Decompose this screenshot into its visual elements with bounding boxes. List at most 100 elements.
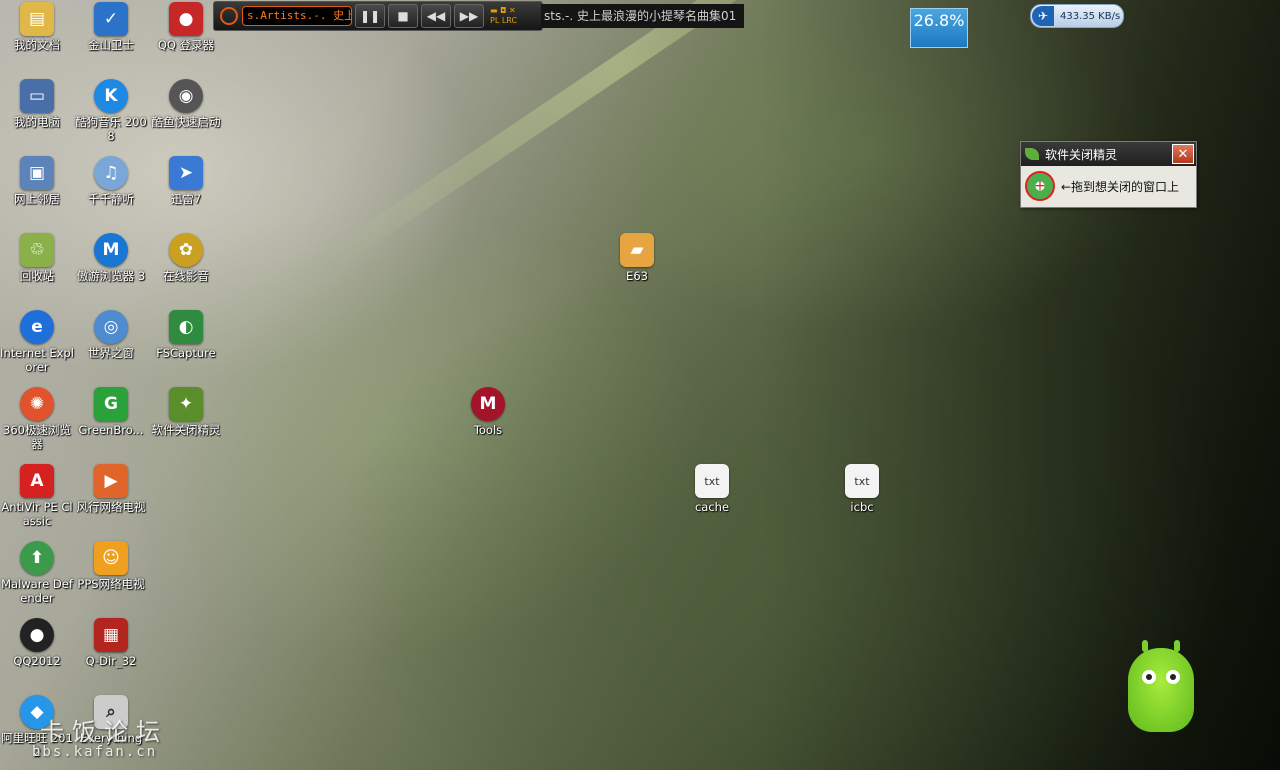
forum-watermark-url: bbs.kafan.cn [32, 744, 158, 760]
desktop-icon-fscapture[interactable]: ◐ FSCapture [149, 310, 223, 360]
close-button[interactable]: ✕ [1172, 144, 1194, 164]
globe-icon: ◎ [94, 310, 128, 344]
icon-label: Q-Dir_32 [85, 654, 137, 668]
icon-label: PPS网络电视 [77, 577, 145, 591]
desktop-icon-antivir[interactable]: A AntiVir PE Classic [0, 464, 74, 528]
desktop-icon-software-killer[interactable]: ✦ 软件关闭精灵 [149, 387, 223, 437]
shield-icon: ✓ [94, 2, 128, 36]
desktop-icon-e63-folder[interactable]: ▰ E63 [600, 233, 674, 283]
network-icon: ▣ [20, 156, 54, 190]
icon-label: 软件关闭精灵 [151, 423, 221, 437]
desktop-icon-kugou-music[interactable]: K 酷狗音乐 2008 [74, 79, 148, 143]
window-body: + ←拖到想关闭的窗口上 [1021, 166, 1196, 206]
icon-label: 回收站 [19, 269, 55, 283]
crosshair-drag-target[interactable]: + [1025, 171, 1055, 201]
drag-hint-text: ←拖到想关闭的窗口上 [1061, 179, 1180, 194]
window-titlebar[interactable]: 软件关闭精灵 ✕ [1021, 142, 1196, 166]
desktop-icon-icbc-txt[interactable]: txt icbc [825, 464, 899, 514]
player-logo-icon [220, 7, 238, 25]
wallpaper-shadow [760, 0, 1280, 770]
desktop-icon-maxthon[interactable]: M 傲游浏览器 3 [74, 233, 148, 283]
icon-label: 千千静听 [88, 192, 134, 206]
icon-label: AntiVir PE Classic [1, 500, 73, 528]
stop-button[interactable]: ■ [388, 4, 418, 28]
icon-label: QQ 登录器 [157, 38, 215, 52]
desktop-icon-360-browser[interactable]: ✺ 360极速浏览器 [0, 387, 74, 451]
minimize-icon[interactable]: ▬ [490, 6, 498, 15]
forum-watermark: 卡饭论坛 [40, 718, 168, 746]
desktop-icon-ttplayer[interactable]: ♫ 千千静听 [74, 156, 148, 206]
green-mascot-widget[interactable] [1128, 640, 1194, 732]
desktop-icon-thunder[interactable]: ➤ 迅雷7 [149, 156, 223, 206]
lyrics-toggle[interactable]: LRC [502, 16, 517, 25]
play-icon: ▶ [94, 464, 128, 498]
pause-button[interactable]: ❚❚ [355, 4, 385, 28]
text-file-icon: txt [695, 464, 729, 498]
desktop-icon-cache-txt[interactable]: txt cache [675, 464, 749, 514]
defender-icon: ⬆ [20, 541, 54, 575]
desktop-icon-internet-explorer[interactable]: e Internet Explorer [0, 310, 74, 374]
tools-icon: M [471, 387, 505, 421]
icon-label: 金山卫士 [88, 38, 134, 52]
network-speed-widget[interactable]: ✈ 433.35 KB/s [1030, 4, 1124, 28]
desktop-icon-qq2012[interactable]: ● QQ2012 [0, 618, 74, 668]
mascot-eye [1142, 670, 1156, 684]
mascot-eye [1166, 670, 1180, 684]
desktop-icon-theworld[interactable]: ◎ 世界之窗 [74, 310, 148, 360]
desktop-icon-my-computer[interactable]: ▭ 我的电脑 [0, 79, 74, 129]
song-ticker: sts.-. 史上最浪漫的小提琴名曲集01 [541, 4, 744, 28]
software-killer-window[interactable]: 软件关闭精灵 ✕ + ←拖到想关闭的窗口上 [1020, 141, 1197, 208]
music-player-bar[interactable]: s.Artists.-. 史上 ❚❚ ■ ◀◀ ▶▶ ▬ ◘ ✕ PL LRC [213, 1, 543, 31]
network-speed-value: 433.35 KB/s [1060, 10, 1121, 22]
desktop-icon-greenbrowser[interactable]: G GreenBro... [74, 387, 148, 437]
desktop-icon-kuyu-launcher[interactable]: ◉ 酷鱼快速启动 [149, 79, 223, 129]
desktop-icon-online-video[interactable]: ✿ 在线影音 [149, 233, 223, 283]
desktop-icon-recycle-bin[interactable]: ♲ 回收站 [0, 233, 74, 283]
film-icon: ✿ [169, 233, 203, 267]
previous-button[interactable]: ◀◀ [421, 4, 451, 28]
desktop-icon-malware-defender[interactable]: ⬆ Malware Defender [0, 541, 74, 605]
icon-label: cache [694, 500, 730, 514]
browser-360-icon: ✺ [20, 387, 54, 421]
next-button[interactable]: ▶▶ [454, 4, 484, 28]
desktop-icon-pps[interactable]: ☺ PPS网络电视 [74, 541, 148, 591]
maxthon-icon: M [94, 233, 128, 267]
bird-icon: ➤ [169, 156, 203, 190]
icon-label: 酷鱼快速启动 [151, 115, 221, 129]
icon-label: 世界之窗 [88, 346, 134, 360]
icon-label: 风行网络电视 [76, 500, 146, 514]
desktop-icon-tools[interactable]: M Tools [451, 387, 525, 437]
pps-icon: ☺ [94, 541, 128, 575]
playlist-toggle[interactable]: PL [490, 16, 499, 25]
computer-icon: ▭ [20, 79, 54, 113]
greenbrowser-icon: G [94, 387, 128, 421]
icon-label: 在线影音 [163, 269, 209, 283]
disc-icon: ◉ [169, 79, 203, 113]
cpu-usage-widget[interactable]: 26.8% [910, 8, 968, 48]
icon-label: E63 [626, 269, 648, 283]
player-window-controls[interactable]: ▬ ◘ ✕ PL LRC [490, 6, 517, 26]
desktop-icon-qdir[interactable]: ▦ Q-Dir_32 [74, 618, 148, 668]
mascot-antenna [1174, 640, 1180, 652]
desktop-icon-qq-login[interactable]: ● QQ 登录器 [149, 2, 223, 52]
restore-icon[interactable]: ◘ [500, 6, 506, 15]
capture-icon: ◐ [169, 310, 203, 344]
icon-label: FSCapture [156, 346, 216, 360]
icon-label: 迅雷7 [170, 192, 202, 206]
close-icon[interactable]: ✕ [509, 6, 516, 15]
mascot-antenna [1142, 640, 1148, 652]
desktop-icon-my-documents[interactable]: ▤ 我的文档 [0, 2, 74, 52]
kugou-icon: K [94, 79, 128, 113]
icon-label: icbc [850, 500, 874, 514]
now-playing-title: s.Artists.-. 史上 [242, 6, 352, 26]
icon-label: 酷狗音乐 2008 [75, 115, 147, 143]
icon-label: QQ2012 [13, 654, 61, 668]
desktop-icon-network-places[interactable]: ▣ 网上邻居 [0, 156, 74, 206]
desktop-icon-funshion[interactable]: ▶ 风行网络电视 [74, 464, 148, 514]
icon-label: Tools [473, 423, 503, 437]
icon-label: 我的文档 [14, 38, 60, 52]
icon-label: Internet Explorer [0, 346, 74, 374]
desktop-icon-kingsoft-guard[interactable]: ✓ 金山卫士 [74, 2, 148, 52]
folder-icon: ▰ [620, 233, 654, 267]
window-title: 软件关闭精灵 [1045, 147, 1118, 162]
